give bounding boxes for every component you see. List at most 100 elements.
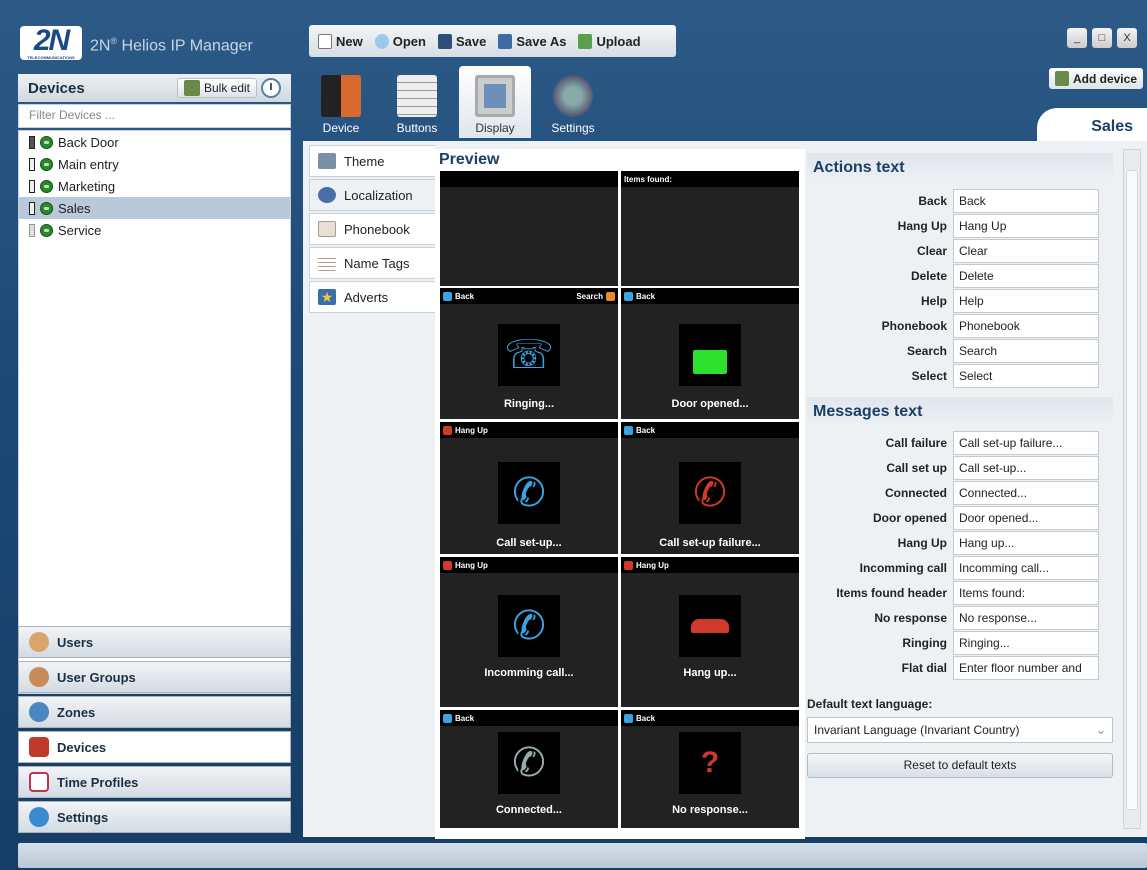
incomming-call-text-field[interactable]: Incomming call...: [953, 556, 1099, 580]
preview-screen-incoming-call: Hang Up ✆ Incomming call...: [440, 557, 618, 707]
connected-icon: ✆: [498, 732, 560, 794]
nav-user-groups[interactable]: User Groups: [18, 661, 291, 693]
message-row-hang-up: Hang Up Hang up...: [807, 531, 1107, 555]
upload-icon: [578, 33, 593, 49]
call-set-up-text-field[interactable]: Call set-up...: [953, 456, 1099, 480]
left-panel: Devices Bulk edit Filter Devices ... Bac…: [18, 74, 291, 836]
field-label: Door opened: [873, 511, 947, 525]
connected-label: Connected...: [495, 804, 562, 816]
flat-dial-text-field[interactable]: Enter floor number and: [953, 656, 1099, 680]
devices-title: Devices: [28, 79, 85, 97]
back-text-field[interactable]: Back: [953, 189, 1099, 213]
field-label: No response: [874, 611, 947, 625]
device-item-service[interactable]: Service: [19, 219, 290, 241]
message-row-no-response: No response No response...: [807, 606, 1107, 630]
phonebook-text-field[interactable]: Phonebook: [953, 314, 1099, 338]
call-failure-text-field[interactable]: Call set-up failure...: [953, 431, 1099, 455]
online-status-icon: [40, 135, 53, 149]
field-label: Select: [911, 369, 947, 383]
back-bar-button: Back: [443, 290, 488, 302]
preview-screen-ringing: Back Search ☏ Ringing...: [440, 288, 618, 419]
close-button[interactable]: X: [1117, 28, 1137, 48]
main-toolbar: New Open Save Save As Upload: [309, 25, 676, 57]
preview-screen-blank: [440, 171, 618, 286]
maximize-button[interactable]: □: [1092, 28, 1112, 48]
field-label: Incomming call: [859, 561, 947, 575]
door-opened-text-field[interactable]: Door opened...: [953, 506, 1099, 530]
display-icon: [475, 75, 515, 117]
nav-zones[interactable]: Zones: [18, 696, 291, 728]
minimize-button[interactable]: _: [1067, 28, 1087, 48]
bulk-edit-button[interactable]: Bulk edit: [176, 78, 257, 98]
back-bar-button: Back: [443, 712, 488, 724]
search-text-field[interactable]: Search: [953, 339, 1099, 363]
device-list: Back Door Main entry Marketing Sales Ser…: [18, 130, 291, 694]
hang-up-message-field[interactable]: Hang up...: [953, 531, 1099, 555]
field-label: Hang Up: [897, 536, 947, 550]
save-button[interactable]: Save: [433, 31, 491, 52]
connected-text-field[interactable]: Connected...: [953, 481, 1099, 505]
nav-time-profiles[interactable]: Time Profiles: [18, 766, 291, 798]
preview-top-bar: Items found:: [621, 171, 799, 187]
phonebook-icon: [318, 221, 336, 237]
items-found-text-field[interactable]: Items found:: [953, 581, 1099, 605]
tab-localization[interactable]: Localization: [309, 179, 435, 211]
intercom-icon: [29, 223, 35, 237]
user-group-icon: [29, 667, 49, 687]
name-tags-icon: [318, 255, 336, 271]
nav-devices[interactable]: Devices: [18, 731, 291, 763]
language-select[interactable]: Invariant Language (Invariant Country) ⌄: [807, 717, 1113, 743]
field-label: Help: [920, 294, 947, 308]
actions-text-title: Actions text: [813, 159, 905, 176]
hang-up-bar-button: Hang Up: [443, 559, 502, 571]
tab-device[interactable]: Device: [305, 66, 377, 138]
device-item-marketing[interactable]: Marketing: [19, 175, 290, 197]
tab-buttons[interactable]: Buttons: [381, 66, 453, 138]
select-text-field[interactable]: Select: [953, 364, 1099, 388]
tab-name-tags[interactable]: Name Tags: [309, 247, 435, 279]
upload-button[interactable]: Upload: [573, 31, 645, 52]
no-response-label: No response...: [672, 804, 748, 816]
preview-screen-no-response: Back ? No response...: [621, 710, 799, 828]
buttons-icon: [397, 75, 437, 117]
device-item-back-door[interactable]: Back Door: [19, 131, 290, 153]
current-device-tab: Sales: [1037, 108, 1147, 142]
call-setup-icon: ✆: [498, 462, 560, 524]
reset-texts-button[interactable]: Reset to default texts: [807, 753, 1113, 778]
history-clock-icon[interactable]: [261, 78, 281, 98]
tab-theme[interactable]: Theme: [309, 145, 435, 177]
devices-icon: [29, 737, 49, 757]
ringing-text-field[interactable]: Ringing...: [953, 631, 1099, 655]
new-button[interactable]: New: [313, 31, 368, 52]
filter-devices-input[interactable]: Filter Devices ...: [18, 104, 291, 128]
tab-display[interactable]: Display: [459, 66, 531, 138]
tab-phonebook[interactable]: Phonebook: [309, 213, 435, 245]
nav-users[interactable]: Users: [18, 626, 291, 658]
nav-settings[interactable]: Settings: [18, 801, 291, 833]
incoming-call-label: Incomming call...: [484, 667, 574, 679]
open-button[interactable]: Open: [370, 31, 431, 52]
field-label: Clear: [916, 244, 947, 258]
field-label: Back: [918, 194, 947, 208]
delete-text-field[interactable]: Delete: [953, 264, 1099, 288]
message-row-incomming-call: Incomming call Incomming call...: [807, 556, 1107, 580]
device-item-sales[interactable]: Sales: [19, 197, 290, 219]
hang-up-text-field[interactable]: Hang Up: [953, 214, 1099, 238]
tab-adverts[interactable]: ★ Adverts: [309, 281, 435, 313]
no-response-text-field[interactable]: No response...: [953, 606, 1099, 630]
message-row-call-set-up: Call set up Call set-up...: [807, 456, 1107, 480]
scrollbar-thumb[interactable]: [1126, 170, 1138, 810]
tab-settings[interactable]: Settings: [537, 66, 609, 138]
message-row-call-failure: Call failure Call set-up failure...: [807, 431, 1107, 455]
texts-scrollbar[interactable]: [1123, 149, 1141, 829]
preview-screen-hang-up: Hang Up Hang up...: [621, 557, 799, 707]
preview-screen-call-failure: Back ✆ Call set-up failure...: [621, 422, 799, 554]
save-as-button[interactable]: Save As: [493, 31, 571, 52]
help-text-field[interactable]: Help: [953, 289, 1099, 313]
hang-up-icon: [679, 595, 741, 657]
message-row-ringing: Ringing Ringing...: [807, 631, 1107, 655]
preview-bar: Back: [621, 288, 799, 304]
add-device-button[interactable]: Add device: [1048, 68, 1143, 89]
device-item-main-entry[interactable]: Main entry: [19, 153, 290, 175]
clear-text-field[interactable]: Clear: [953, 239, 1099, 263]
